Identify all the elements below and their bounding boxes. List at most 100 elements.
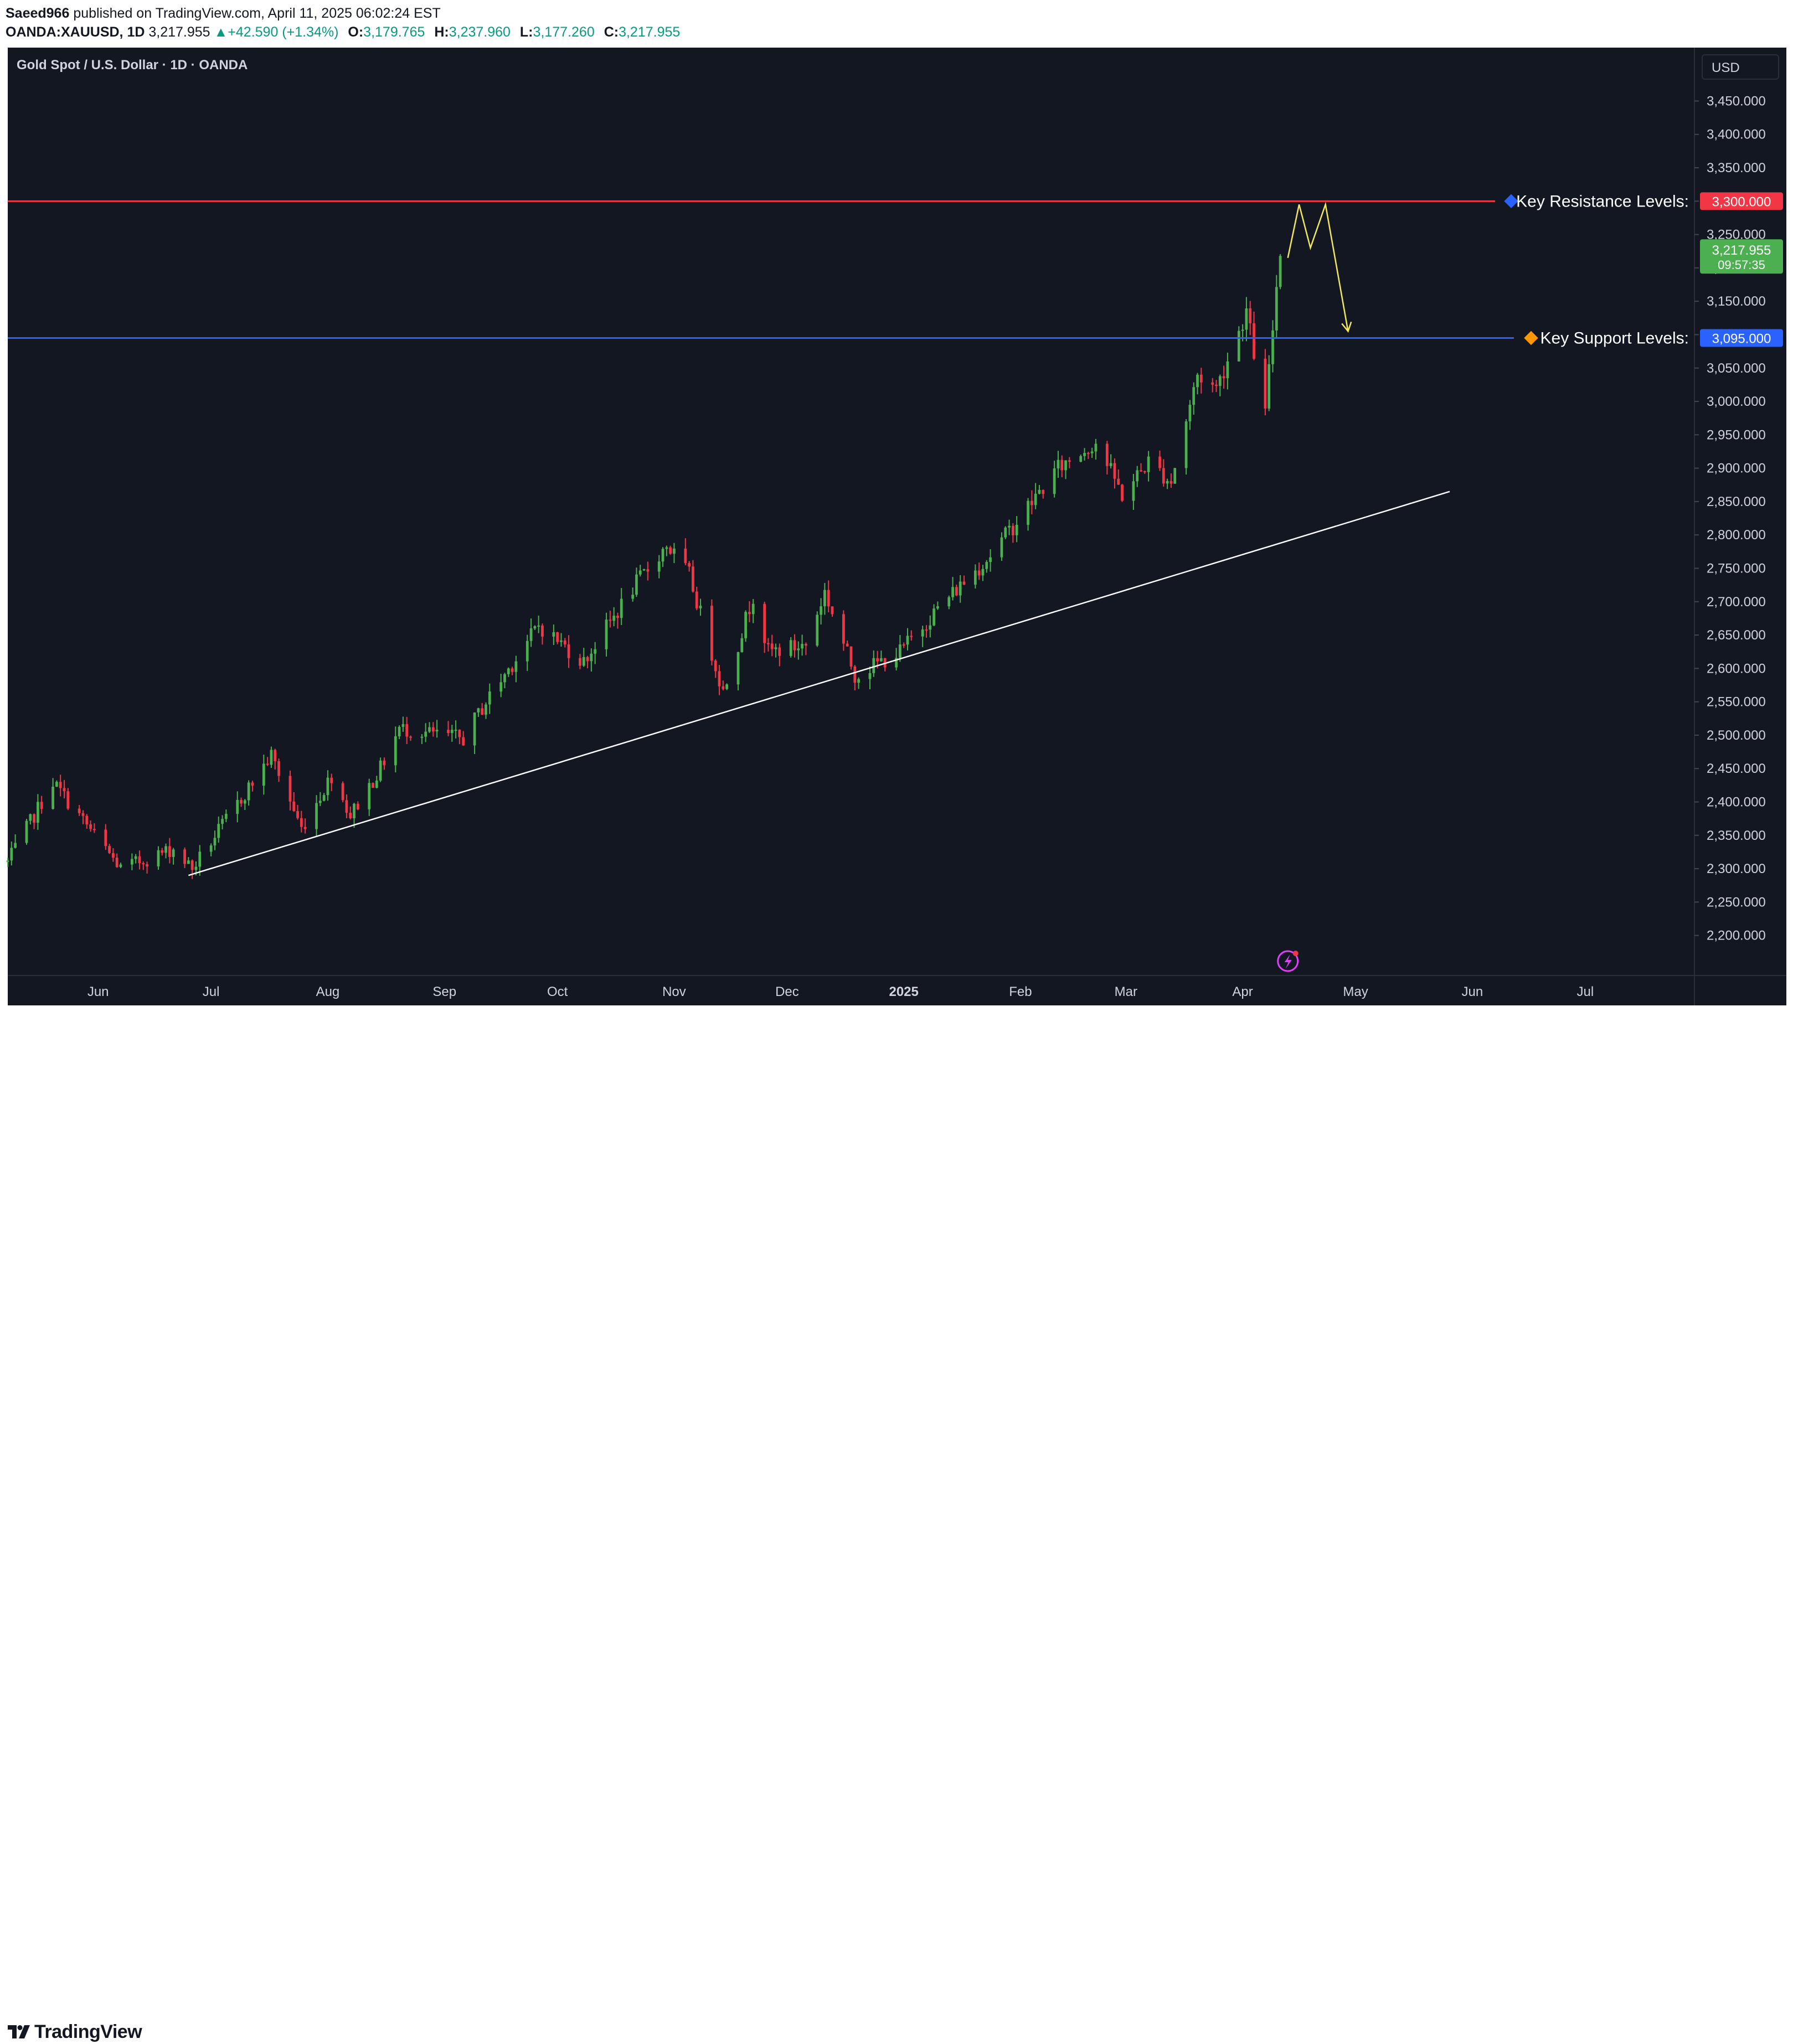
- candle: [138, 850, 141, 870]
- candle-body: [462, 737, 465, 746]
- candle: [462, 731, 465, 746]
- candle: [1245, 297, 1248, 342]
- candle-body: [774, 647, 777, 649]
- price-chart[interactable]: 2,200.000 2,250.000 2,300.000 2,350.000 2,40…: [0, 0, 1793, 1005]
- candle: [590, 648, 593, 672]
- candle: [767, 638, 770, 652]
- candle-body: [594, 649, 597, 654]
- candle-body: [51, 787, 54, 809]
- candle-body: [846, 643, 849, 647]
- candle: [401, 716, 405, 732]
- candle-body: [1226, 361, 1229, 379]
- candle: [164, 843, 167, 859]
- candle: [763, 601, 766, 653]
- candle: [59, 775, 62, 797]
- candle-body: [111, 853, 115, 858]
- candle-body: [224, 814, 228, 819]
- candle: [853, 665, 857, 690]
- currency-selector[interactable]: USD: [1702, 54, 1779, 80]
- candle-body: [424, 731, 427, 737]
- candle: [1117, 469, 1120, 486]
- candle: [318, 792, 322, 807]
- candle-body: [805, 644, 807, 646]
- candle: [51, 778, 54, 810]
- candle: [1166, 478, 1169, 489]
- candle: [929, 615, 932, 638]
- projection-path: [1287, 202, 1349, 332]
- candle-body: [1068, 460, 1071, 462]
- candle: [533, 625, 537, 630]
- resistance-price-label: 3,300.000: [1712, 194, 1771, 209]
- price-tick-label: 3,400.000: [1707, 127, 1766, 142]
- candle-body: [688, 563, 691, 567]
- candle: [92, 823, 96, 833]
- candle-body: [221, 819, 224, 824]
- candle: [115, 853, 118, 868]
- candle-body: [481, 708, 484, 715]
- candle-body: [525, 641, 529, 662]
- candle: [1147, 451, 1150, 482]
- candle-body: [303, 827, 307, 829]
- candle: [81, 810, 85, 824]
- candle-body: [300, 818, 303, 827]
- tradingview-logo[interactable]: TradingView: [8, 2020, 142, 2044]
- candle-body: [119, 864, 122, 868]
- candle: [1279, 254, 1282, 290]
- candle-body: [353, 803, 355, 819]
- candle: [1083, 448, 1086, 461]
- candle: [458, 729, 461, 745]
- candle-body: [552, 632, 555, 637]
- candle: [40, 796, 43, 814]
- candle: [981, 565, 985, 581]
- candle-body: [168, 846, 171, 857]
- candle-body: [146, 864, 148, 866]
- candle: [1264, 349, 1267, 416]
- candle: [270, 746, 273, 768]
- event-bolt: [1284, 954, 1292, 969]
- time-tick-label: Aug: [316, 984, 340, 999]
- candle-body: [401, 724, 405, 727]
- candle-body: [1173, 468, 1177, 484]
- candle: [1215, 380, 1218, 393]
- candle: [368, 778, 371, 816]
- candle-body: [657, 561, 661, 572]
- candle: [1000, 532, 1003, 561]
- candle: [820, 598, 822, 625]
- candle: [699, 598, 702, 616]
- candle: [872, 650, 875, 677]
- candle: [477, 708, 480, 717]
- candle-body: [722, 686, 725, 689]
- candle-body: [902, 644, 905, 646]
- candle: [748, 601, 751, 622]
- candle: [529, 618, 533, 647]
- candle: [710, 599, 713, 665]
- candle: [1086, 452, 1090, 460]
- candle: [797, 641, 800, 660]
- candle: [1211, 378, 1214, 393]
- price-tick-label: 2,650.000: [1707, 628, 1766, 643]
- candle: [714, 659, 717, 678]
- candle-body: [1004, 527, 1007, 538]
- candle-body: [1271, 330, 1274, 364]
- candle: [63, 780, 66, 799]
- candle-body: [661, 549, 664, 562]
- candle: [1184, 419, 1188, 475]
- candle: [1053, 461, 1056, 498]
- price-tick-label: 2,500.000: [1707, 728, 1766, 743]
- candle: [420, 734, 424, 744]
- candle: [932, 604, 935, 627]
- candle: [375, 776, 378, 789]
- time-tick-label: Dec: [775, 984, 799, 999]
- candle-body: [138, 856, 141, 864]
- candle-body: [744, 612, 748, 638]
- candle-body: [556, 632, 559, 642]
- candle: [262, 755, 265, 795]
- candle-body: [405, 724, 409, 737]
- candle-body: [55, 782, 58, 787]
- tradingview-brand: TradingView: [34, 2021, 142, 2042]
- candle-body: [1147, 456, 1150, 472]
- support-label: Key Support Levels:: [1540, 329, 1689, 348]
- candle-body: [247, 782, 250, 801]
- candle-body: [1011, 525, 1014, 535]
- candle-body: [642, 569, 646, 571]
